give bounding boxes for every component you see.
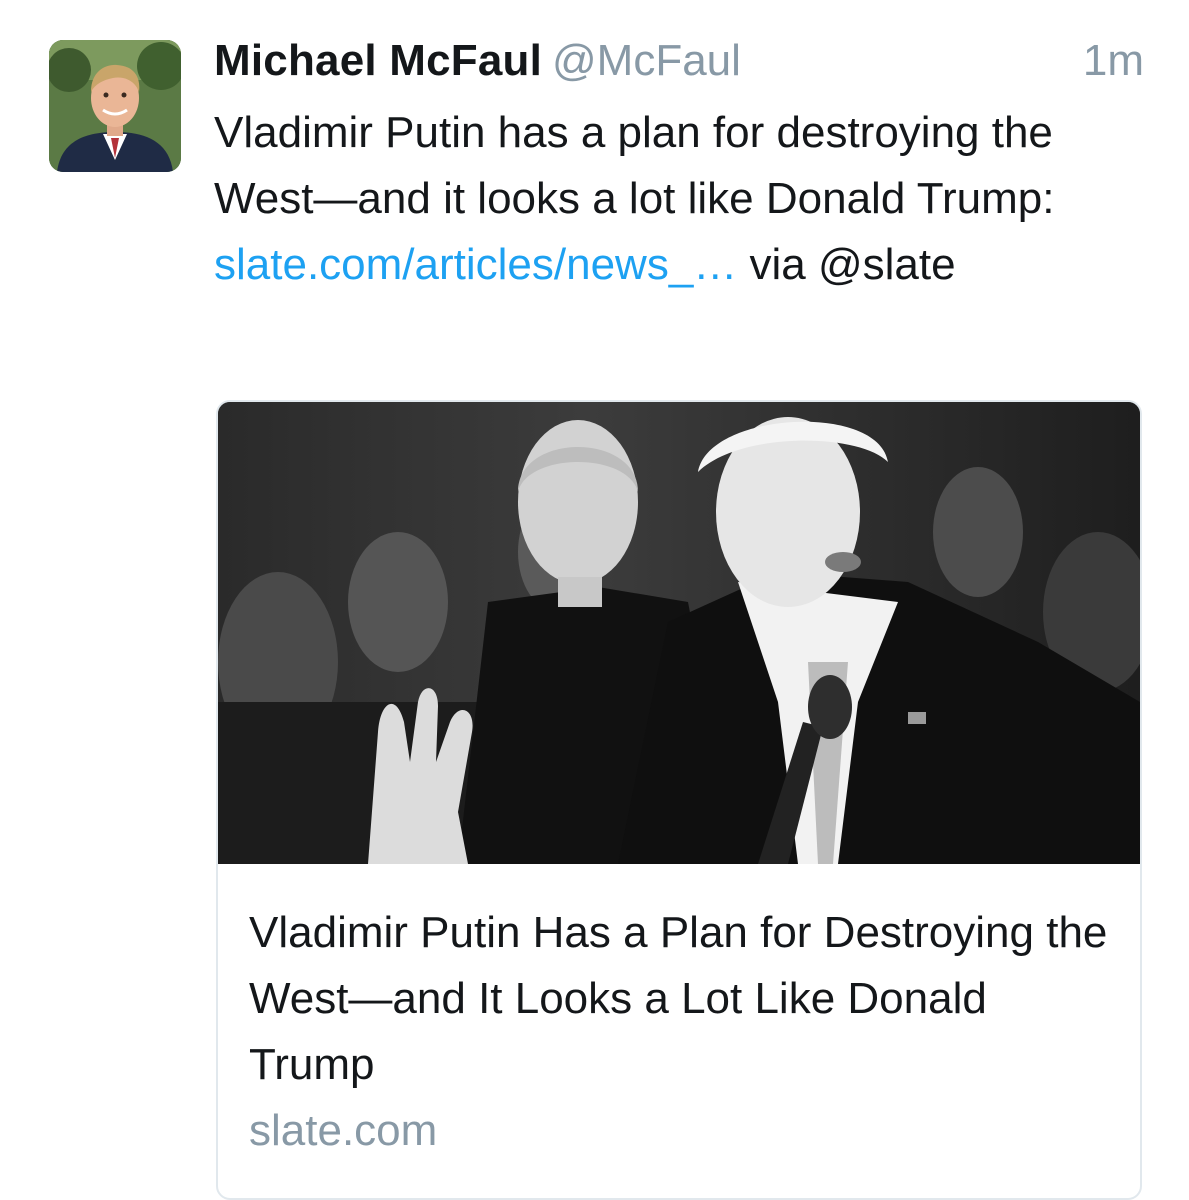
tweet-link[interactable]: slate.com/articles/news_… (214, 240, 737, 289)
tweet-text: Vladimir Putin has a plan for destroying… (214, 100, 1144, 298)
tweet[interactable]: Michael McFaul @McFaul 1m Vladimir Putin … (0, 0, 1189, 1200)
tweet-header: Michael McFaul @McFaul 1m (214, 36, 1144, 96)
tweet-timestamp[interactable]: 1m (1083, 36, 1144, 86)
author-display-name[interactable]: Michael McFaul (214, 36, 542, 85)
tweet-text-suffix: via @slate (737, 240, 956, 289)
card-title[interactable]: Vladimir Putin Has a Plan for Destroying… (249, 900, 1109, 1098)
card-domain: slate.com (249, 1106, 438, 1155)
profile-photo-icon (49, 40, 181, 172)
author-handle[interactable]: @McFaul (552, 36, 741, 85)
card-image[interactable] (218, 402, 1140, 864)
link-card[interactable]: Vladimir Putin Has a Plan for Destroying… (216, 400, 1142, 1200)
tweet-text-body: Vladimir Putin has a plan for destroying… (214, 108, 1055, 223)
article-photo-icon (218, 402, 1140, 864)
avatar[interactable] (49, 40, 181, 172)
